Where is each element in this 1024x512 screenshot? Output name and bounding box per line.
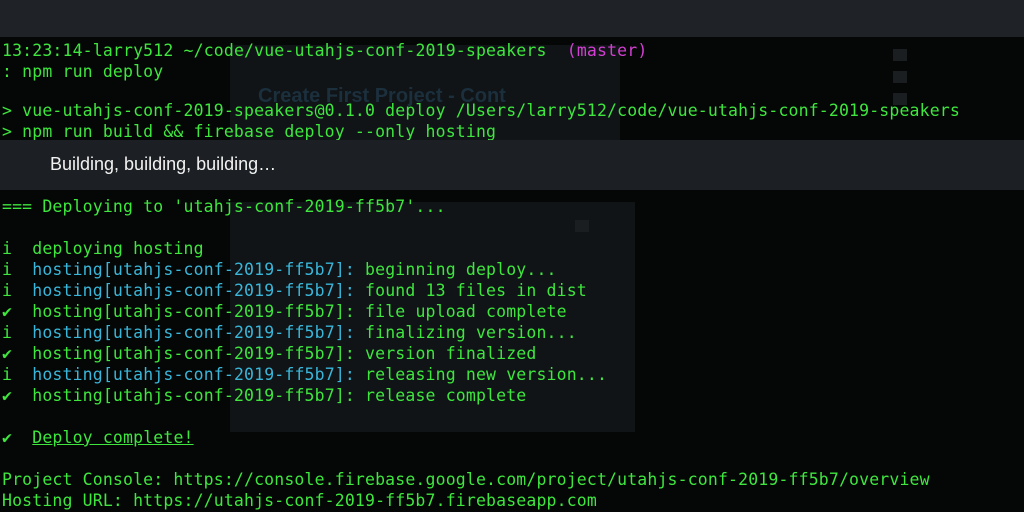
prompt-path: ~/code/vue-utahjs-conf-2019-speakers: [183, 41, 547, 60]
hosting-target: hosting[utahjs-conf-2019-ff5b7]:: [32, 323, 355, 342]
status-mark: i: [2, 260, 13, 279]
status-mark: ✔: [2, 302, 13, 321]
hosting-target: hosting[utahjs-conf-2019-ff5b7]:: [32, 281, 355, 300]
hosting-message: file upload complete: [365, 302, 567, 321]
hosting-line: ✔ hosting[utahjs-conf-2019-ff5b7]: versi…: [2, 343, 536, 364]
status-mark: i: [2, 365, 13, 384]
project-console-line[interactable]: Project Console: https://console.firebas…: [2, 469, 930, 490]
hosting-target: hosting[utahjs-conf-2019-ff5b7]:: [32, 344, 355, 363]
hosting-target: hosting[utahjs-conf-2019-ff5b7]:: [32, 260, 355, 279]
hosting-line: i hosting[utahjs-conf-2019-ff5b7]: relea…: [2, 364, 607, 385]
deploy-complete-line: ✔ Deploy complete!: [2, 427, 194, 448]
terminal-lower-pane: === Deploying to 'utahjs-conf-2019-ff5b7…: [0, 190, 1024, 512]
hosting-line: i hosting[utahjs-conf-2019-ff5b7]: final…: [2, 322, 577, 343]
background-icon: [893, 71, 907, 83]
status-mark: i: [2, 323, 13, 342]
command-line: : npm run deploy: [2, 62, 164, 81]
hosting-line: i hosting[utahjs-conf-2019-ff5b7]: begin…: [2, 259, 557, 280]
prompt-time: 13:23:14: [2, 41, 83, 60]
deploying-text: deploying hosting: [32, 239, 204, 258]
hosting-target: hosting[utahjs-conf-2019-ff5b7]:: [32, 302, 355, 321]
prompt-user: larry512: [92, 41, 174, 60]
hosting-line: ✔ hosting[utahjs-conf-2019-ff5b7]: file …: [2, 301, 567, 322]
check-mark: ✔: [2, 428, 13, 447]
background-icon: [575, 220, 589, 232]
hosting-message: finalizing version...: [365, 323, 577, 342]
deploying-line: i deploying hosting: [2, 238, 204, 259]
status-mark: i: [2, 281, 13, 300]
hosting-line: i hosting[utahjs-conf-2019-ff5b7]: found…: [2, 280, 587, 301]
prompt-line: 13:23:14-larry512 ~/code/vue-utahjs-conf…: [2, 41, 648, 60]
terminal-upper-pane: Create First Project - Cont 13:23:14-lar…: [0, 37, 1024, 141]
status-mark: ✔: [2, 386, 13, 405]
info-mark: i: [2, 239, 13, 258]
npm-script-line: > npm run build && firebase deploy --onl…: [2, 122, 497, 141]
hosting-message: found 13 files in dist: [365, 281, 587, 300]
background-icon: [893, 49, 907, 61]
deploy-complete-text: Deploy complete!: [32, 428, 194, 447]
hosting-line: ✔ hosting[utahjs-conf-2019-ff5b7]: relea…: [2, 385, 526, 406]
npm-script-line: > vue-utahjs-conf-2019-speakers@0.1.0 de…: [2, 101, 960, 120]
deploy-header: === Deploying to 'utahjs-conf-2019-ff5b7…: [2, 197, 446, 216]
hosting-message: version finalized: [365, 344, 537, 363]
hosting-target: hosting[utahjs-conf-2019-ff5b7]:: [32, 386, 355, 405]
hosting-message: beginning deploy...: [365, 260, 557, 279]
hosting-target: hosting[utahjs-conf-2019-ff5b7]:: [32, 365, 355, 384]
caption-banner: Building, building, building…: [0, 140, 1024, 190]
hosting-message: releasing new version...: [365, 365, 608, 384]
hosting-url-line[interactable]: Hosting URL: https://utahjs-conf-2019-ff…: [2, 490, 597, 511]
top-bar: [0, 0, 1024, 37]
hosting-message: release complete: [365, 386, 527, 405]
caption-text: Building, building, building…: [50, 154, 277, 174]
status-mark: ✔: [2, 344, 13, 363]
prompt-branch: (master): [566, 41, 648, 60]
